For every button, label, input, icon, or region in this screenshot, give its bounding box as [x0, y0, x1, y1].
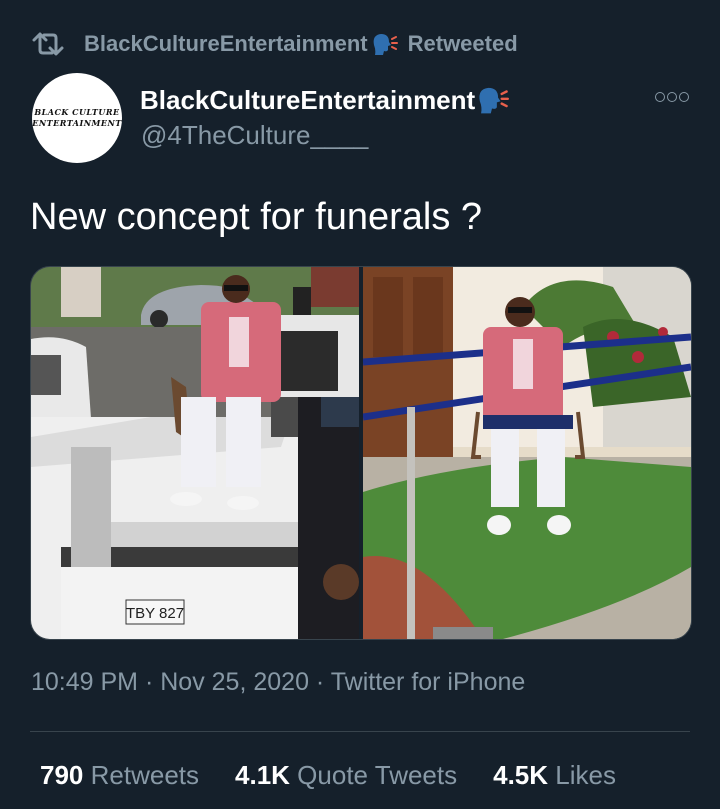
tweet-time[interactable]: 10:49 PM — [31, 668, 138, 696]
license-plate: TBY 827 — [126, 605, 184, 622]
likes-stat[interactable]: 4.5K Likes — [493, 760, 616, 791]
quote-tweets-count: 4.1K — [235, 760, 290, 790]
retweet-context[interactable]: BlackCultureEntertainment Retweeted — [30, 30, 518, 58]
tweet-text: New concept for funerals ? — [30, 196, 483, 238]
tweet-source[interactable]: Twitter for iPhone — [331, 668, 526, 696]
retweets-stat[interactable]: 790 Retweets — [40, 760, 199, 791]
retweeted-label: Retweeted — [407, 31, 518, 56]
divider — [30, 731, 690, 732]
tweet-meta: 10:49 PM · Nov 25, 2020 · Twitter for iP… — [31, 668, 525, 697]
avatar-text-line2: ENTERTAINMENT — [32, 118, 122, 128]
retweet-icon — [32, 32, 64, 56]
tweet-media[interactable]: TBY 827 — [30, 266, 692, 640]
right-photo[interactable] — [363, 267, 691, 639]
speaking-head-emoji — [479, 87, 510, 114]
more-options-icon[interactable] — [655, 92, 689, 102]
tweet-date[interactable]: Nov 25, 2020 — [160, 668, 309, 696]
speaking-head-emoji — [373, 34, 398, 55]
left-photo[interactable]: TBY 827 — [31, 267, 359, 639]
avatar-text-line1: BLACK CULTURE — [34, 107, 120, 117]
retweets-count: 790 — [40, 760, 84, 790]
likes-label: Likes — [555, 760, 616, 790]
author-display-name[interactable]: BlackCultureEntertainment — [140, 84, 510, 116]
tweet-stats: 790 Retweets 4.1K Quote Tweets 4.5K Like… — [40, 760, 616, 791]
author-handle[interactable]: @4TheCulture____ — [141, 120, 368, 151]
avatar[interactable]: BLACK CULTURE ENTERTAINMENT — [32, 73, 122, 163]
author-name-text[interactable]: BlackCultureEntertainment — [140, 85, 475, 116]
likes-count: 4.5K — [493, 760, 549, 790]
retweets-label: Retweets — [90, 760, 200, 790]
quote-tweets-label: Quote Tweets — [297, 760, 458, 790]
meta-separator: · — [315, 668, 325, 696]
retweeter-name[interactable]: BlackCultureEntertainment — [84, 31, 368, 57]
meta-separator: · — [144, 668, 154, 696]
quote-tweets-stat[interactable]: 4.1K Quote Tweets — [235, 760, 457, 791]
